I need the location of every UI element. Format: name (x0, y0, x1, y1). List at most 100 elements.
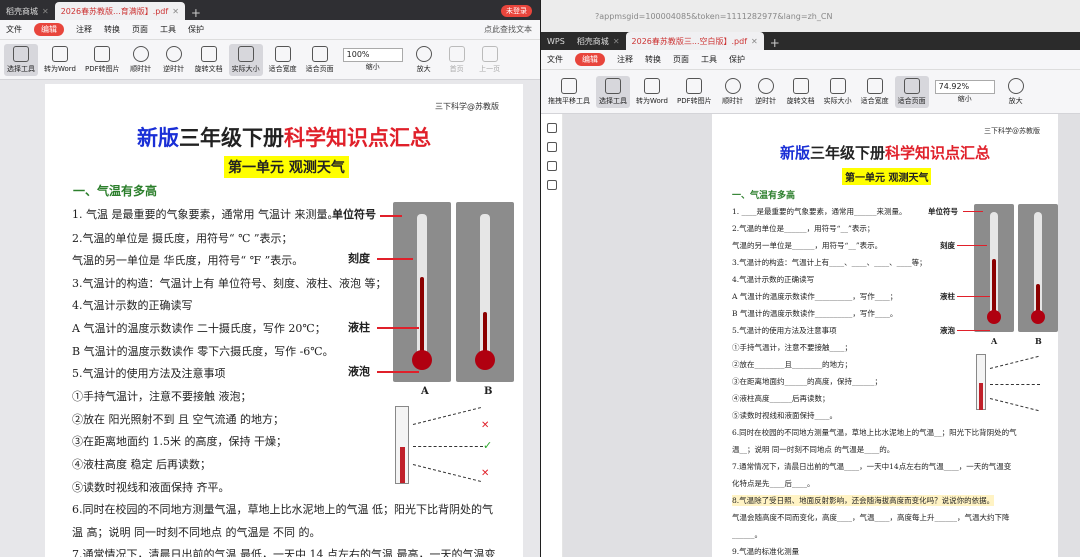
left-tab-bar: 稻壳商城 ✕ 2026春苏教版...育满版】.pdf ✕ + 未登录 (0, 0, 540, 20)
zoom-in-button[interactable]: 放大 (409, 44, 439, 76)
right-tab-bar: WPS 稻壳商城 ✕ 2026春苏教版三...空白版】.pdf ✕ + (541, 32, 1080, 50)
pdf-to-image-button[interactable]: PDF转图片 (674, 76, 715, 108)
zoom-input[interactable]: 74.92% (934, 79, 995, 94)
text-line: 4.气温计示数的正确读写 (72, 299, 193, 312)
callout-scale: 刻度 (940, 241, 955, 250)
thumbnail-icon[interactable] (546, 123, 557, 133)
callout-arrow (377, 327, 419, 329)
tab-pdf[interactable]: 2026春苏教版...育满版】.pdf ✕ (54, 2, 185, 20)
tool-label: 实际大小 (231, 64, 260, 73)
rotate-doc-button[interactable]: 旋转文档 (784, 76, 818, 108)
zoom-input[interactable]: 100% (342, 47, 403, 62)
menu-edit[interactable]: 编辑 (575, 53, 605, 66)
thermometer-label: B (484, 386, 493, 397)
text-line: 1. 气温 是最重要的气象要素，通常用 气温计 来测量。 (72, 208, 339, 221)
to-word-button[interactable]: 转为Word (41, 44, 79, 76)
menu-page[interactable]: 页面 (132, 24, 148, 35)
title-part: 新版 (137, 125, 179, 150)
fit-width-button[interactable]: 适合宽度 (266, 44, 300, 76)
text-line: 7.通常情况下，清晨日出前的气温____，一天中14点左右的气温____，一天的… (732, 462, 1012, 471)
section-heading: 一、气温有多高 (73, 184, 158, 198)
text-line: 化特点是先____后____。 (732, 479, 815, 488)
thermometer-label: B (1035, 336, 1042, 346)
login-badge[interactable]: 未登录 (501, 5, 532, 17)
rotate-cw-icon (132, 45, 149, 62)
rotate-ccw-button[interactable]: 逆时针 (159, 44, 189, 76)
pan-tool-button[interactable]: 拖拽平移工具 (545, 76, 593, 108)
close-icon[interactable]: ✕ (751, 37, 758, 46)
first-page-button[interactable]: 首页 (442, 44, 472, 76)
actual-size-button[interactable]: 实际大小 (228, 43, 263, 76)
select-tool-button[interactable]: 选择工具 (4, 43, 38, 76)
text-line: 8.气温除了受日照、地面反射影响，还会随海拔高度而变化吗？说说你的依据。 (732, 495, 995, 506)
close-icon[interactable]: ✕ (42, 7, 49, 16)
rotate-ccw-icon (757, 77, 774, 94)
menu-annotate[interactable]: 注释 (617, 54, 633, 65)
bookmark-icon[interactable] (546, 142, 557, 152)
tab-pdf[interactable]: 2026春苏教版三...空白版】.pdf ✕ (625, 32, 764, 50)
menu-edit[interactable]: 编辑 (34, 23, 64, 36)
text-line: ⑤读数时视线和液面保持____。 (732, 411, 837, 420)
callout-arrow (957, 296, 990, 297)
tab-store[interactable]: 稻壳商城 ✕ (0, 2, 55, 20)
attachment-icon[interactable] (546, 180, 557, 190)
pdf-to-image-button[interactable]: PDF转图片 (82, 44, 123, 76)
search-text[interactable]: 点此查找文本 (484, 24, 532, 35)
rotate-cw-button[interactable]: 顺时针 (126, 44, 156, 76)
close-icon[interactable]: ✕ (172, 7, 179, 16)
zoom-in-button[interactable]: 放大 (1001, 76, 1031, 108)
tool-label: 适合宽度 (860, 96, 889, 105)
actual-size-button[interactable]: 实际大小 (821, 76, 855, 108)
title-part: 三年级下册 (809, 144, 885, 162)
menu-tools[interactable]: 工具 (160, 24, 176, 35)
tool-label: 转为Word (44, 64, 76, 73)
text-line: ______。 (732, 530, 762, 539)
menu-file[interactable]: 文件 (6, 24, 22, 35)
unit-heading: 第一单元 观测天气 (224, 156, 349, 178)
text-line: ②放在________且________的地方； (732, 360, 852, 369)
tool-label: PDF转图片 (677, 96, 712, 105)
new-tab-icon[interactable]: + (185, 6, 207, 20)
zoom-control[interactable]: 74.92% 缩小 (932, 78, 998, 106)
fit-page-button[interactable]: 适合页面 (894, 75, 929, 108)
menu-annotate[interactable]: 注释 (76, 24, 92, 35)
select-tool-button[interactable]: 选择工具 (596, 75, 630, 108)
left-window: 稻壳商城 ✕ 2026春苏教版...育满版】.pdf ✕ + 未登录 文件 编辑 注… (0, 0, 540, 557)
cursor-icon (13, 45, 29, 62)
menu-convert[interactable]: 转换 (645, 54, 661, 65)
thermometer-a (393, 202, 451, 382)
fit-width-icon (274, 45, 291, 62)
title-part: 科学知识点汇总 (284, 125, 431, 150)
new-tab-icon[interactable]: + (764, 36, 786, 50)
menu-convert[interactable]: 转换 (104, 24, 120, 35)
to-word-button[interactable]: 转为Word (633, 76, 671, 108)
callout-arrow (377, 371, 419, 373)
prev-page-button[interactable]: 上一页 (475, 44, 505, 76)
url-text[interactable]: ?appmsgid=100004085&token=1111282977&lan… (595, 12, 832, 21)
zoom-control[interactable]: 100% 缩小 (340, 46, 406, 74)
mercury-bulb (1031, 310, 1045, 324)
menu-page[interactable]: 页面 (673, 54, 689, 65)
section-heading: 一、气温有多高 (732, 191, 796, 201)
document-page: 三下科学@苏教版 新版三年级下册科学知识点汇总 第一单元 观测天气 一、气温有多… (712, 114, 1058, 557)
rotate-ccw-button[interactable]: 逆时针 (751, 76, 781, 108)
menu-tools[interactable]: 工具 (701, 54, 717, 65)
rotate-cw-button[interactable]: 顺时针 (718, 76, 748, 108)
rotate-doc-button[interactable]: 旋转文档 (192, 44, 226, 76)
menu-protect[interactable]: 保护 (188, 24, 204, 35)
image-icon[interactable] (546, 161, 557, 171)
menu-protect[interactable]: 保护 (729, 54, 745, 65)
tab-store[interactable]: 稻壳商城 ✕ (571, 32, 626, 50)
tool-label: 上一页 (479, 64, 501, 73)
tab-wps[interactable]: WPS (541, 32, 571, 50)
fit-width-button[interactable]: 适合宽度 (858, 76, 892, 108)
fit-page-button[interactable]: 适合页面 (303, 44, 337, 76)
mercury-bulb (987, 310, 1001, 324)
fit-width-icon (866, 77, 883, 94)
fit-page-icon (311, 45, 328, 62)
actual-size-icon (829, 77, 846, 94)
close-icon[interactable]: ✕ (613, 37, 620, 46)
actual-size-icon (237, 45, 254, 62)
mercury-column (400, 447, 405, 483)
menu-file[interactable]: 文件 (547, 54, 563, 65)
